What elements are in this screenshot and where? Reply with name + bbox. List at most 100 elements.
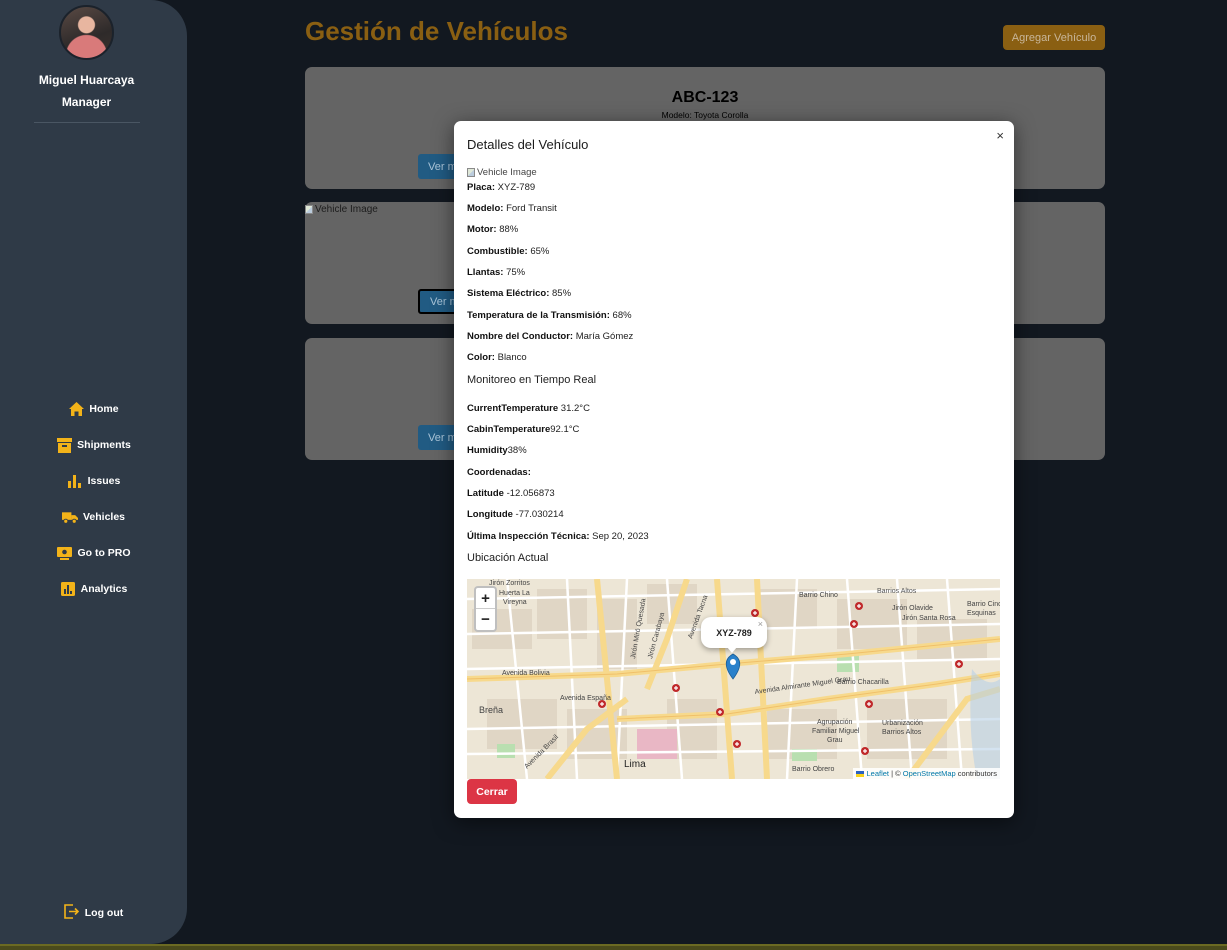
flag-icon (856, 771, 865, 778)
field-value: 75% (506, 267, 526, 278)
svg-text:Jirón Olavide: Jirón Olavide (892, 605, 933, 612)
map-tiles: Jirón Zorritos Huerta La Vireyna Avenida… (467, 579, 1000, 779)
location-title: Ubicación Actual (467, 552, 549, 564)
sidebar-item-go-to-pro[interactable]: Go to PRO (0, 543, 187, 563)
popup-close-icon[interactable]: × (758, 619, 763, 629)
broken-image-icon (305, 205, 313, 214)
svg-text:Barrio Chino: Barrio Chino (799, 592, 838, 599)
add-vehicle-button[interactable]: Agregar Vehículo (1003, 25, 1105, 50)
field-label: Combustible: (467, 246, 528, 257)
field-motor: Motor: 88% (467, 224, 518, 235)
svg-text:Barrio Obrero: Barrio Obrero (792, 766, 835, 773)
close-modal-button[interactable]: Cerrar (467, 779, 517, 804)
avatar[interactable] (59, 5, 114, 60)
vehicle-image: Vehicle Image (467, 167, 537, 178)
field-label: Coordenadas: (467, 467, 531, 478)
field-label: Modelo: (467, 203, 504, 214)
field-conductor: Nombre del Conductor: María Gómez (467, 331, 633, 342)
field-label: Sistema Eléctrico: (467, 288, 550, 299)
bottom-bar (0, 944, 1227, 950)
field-value: María Gómez (575, 331, 634, 342)
page-title: Gestión de Vehículos (305, 16, 568, 46)
svg-text:Barrios Altos: Barrios Altos (877, 588, 917, 595)
vehicle-image-alt: Vehicle Image (477, 167, 537, 178)
svg-text:Familiar Miguel: Familiar Miguel (812, 728, 860, 735)
field-label: CabinTemperature (467, 424, 551, 435)
field-coordenadas: Coordenadas: (467, 467, 531, 478)
zoom-out-button[interactable]: − (476, 609, 495, 630)
marker-popup: XYZ-789 × (701, 617, 767, 648)
field-value: -77.030214 (515, 509, 564, 520)
field-value: 88% (499, 224, 519, 235)
view-more-button[interactable]: Ver más (418, 289, 458, 314)
field-placa: Placa: XYZ-789 (467, 182, 535, 193)
box-icon (56, 437, 72, 453)
field-label: Motor: (467, 224, 497, 235)
pro-icon (56, 545, 72, 561)
vehicle-image: Vehicle Image (305, 204, 378, 215)
svg-text:Barrio Chacarilla: Barrio Chacarilla (837, 679, 889, 686)
truck-icon (61, 509, 78, 525)
svg-text:Vireyna: Vireyna (503, 599, 527, 606)
field-temperatura-transmision: Temperatura de la Transmisión: 68% (467, 310, 632, 321)
leaflet-link[interactable]: Leaflet (867, 769, 890, 778)
logout-button[interactable]: Log out (0, 903, 187, 923)
user-role: Manager (61, 95, 112, 109)
vehicle-image-alt: Vehicle Image (315, 204, 378, 215)
logout-label: Log out (84, 907, 124, 919)
field-label: Color: (467, 352, 495, 363)
sidebar-item-label: Go to PRO (77, 547, 131, 559)
sidebar-item-vehicles[interactable]: Vehicles (0, 507, 187, 527)
sidebar-item-label: Vehicles (82, 511, 126, 523)
field-modelo: Modelo: Ford Transit (467, 203, 557, 214)
field-label: Llantas: (467, 267, 504, 278)
user-name: Miguel Huarcaya (38, 73, 135, 87)
sidebar-item-issues[interactable]: Issues (0, 471, 187, 491)
field-value: -12.056873 (506, 488, 555, 499)
map-attribution: Leaflet | © OpenStreetMap contributors (853, 768, 1000, 779)
sidebar-divider (34, 122, 140, 123)
svg-text:Agrupación: Agrupación (817, 719, 853, 726)
field-value: 68% (612, 310, 632, 321)
svg-text:Barrios Altos: Barrios Altos (882, 729, 922, 736)
field-value: Ford Transit (506, 203, 557, 214)
field-label: CurrentTemperature (467, 403, 559, 414)
popup-label: XYZ-789 (716, 627, 752, 638)
zoom-in-button[interactable]: + (476, 588, 495, 609)
vehicle-plate: ABC-123 (671, 89, 739, 106)
field-value: 85% (552, 288, 572, 299)
field-color: Color: Blanco (467, 352, 527, 363)
monitoring-title: Monitoreo en Tiempo Real (467, 374, 597, 386)
zoom-control: + − (474, 586, 497, 632)
sidebar-item-analytics[interactable]: Analytics (0, 579, 187, 599)
view-more-button[interactable]: Ver más (418, 154, 458, 179)
field-value: XYZ-789 (497, 182, 536, 193)
svg-text:Breña: Breña (479, 705, 503, 715)
analytics-icon (60, 581, 76, 597)
close-icon[interactable]: × (996, 128, 1004, 143)
field-value: Blanco (497, 352, 527, 363)
field-value: 38% (507, 445, 527, 456)
svg-text:Barrio Cinco: Barrio Cinco (967, 601, 1000, 608)
svg-text:Urbanización: Urbanización (882, 720, 923, 727)
location-map[interactable]: Jirón Zorritos Huerta La Vireyna Avenida… (467, 579, 1000, 779)
home-icon (68, 401, 84, 417)
field-label: Latitude (467, 488, 504, 499)
svg-text:Grau: Grau (827, 737, 843, 744)
field-label: Longitude (467, 509, 513, 520)
sidebar-item-home[interactable]: Home (0, 399, 187, 419)
field-cabin-temperature: CabinTemperature92.1°C (467, 424, 579, 435)
svg-text:Esquinas: Esquinas (967, 610, 996, 617)
svg-text:Jirón Santa Rosa: Jirón Santa Rosa (902, 615, 956, 622)
svg-text:Avenida Bolivia: Avenida Bolivia (502, 670, 550, 677)
field-label: Temperatura de la Transmisión: (467, 310, 610, 321)
osm-link[interactable]: OpenStreetMap (903, 769, 956, 778)
bar-chart-icon (67, 473, 83, 489)
view-more-button[interactable]: Ver más (418, 425, 458, 450)
sidebar-item-label: Issues (87, 475, 121, 487)
modal-title: Detalles del Vehículo (467, 137, 589, 152)
field-value: 92.1°C (550, 424, 580, 435)
svg-text:Lima: Lima (624, 759, 646, 770)
field-combustible: Combustible: 65% (467, 246, 549, 257)
sidebar-item-shipments[interactable]: Shipments (0, 435, 187, 455)
